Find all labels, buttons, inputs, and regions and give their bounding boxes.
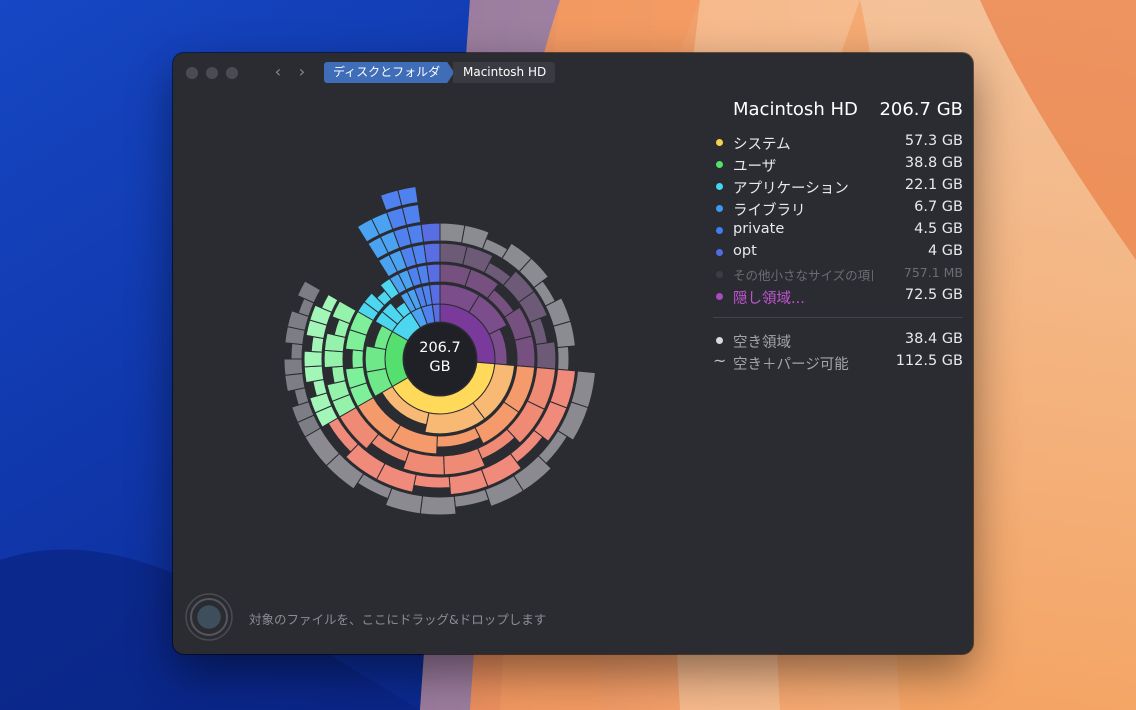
sunburst-segment-user[interactable] [303,350,323,368]
sunburst-segment-system[interactable] [384,487,424,515]
chevron-left-icon[interactable]: ‹ [269,62,287,82]
legend-label: 隠し領域... [733,291,805,307]
legend-item-library[interactable]: ライブラリ 6.7 GB [713,197,963,219]
sunburst-segment-user[interactable] [283,358,304,376]
legend-dot [716,139,723,146]
legend-label: ユーザ [733,159,777,175]
legend-item-other-small[interactable]: その他小さなサイズの項目 757.1 MB [713,263,963,285]
legend-dot [716,249,723,256]
legend-value: 112.5 GB [895,353,963,369]
sunburst-segment-user[interactable] [331,365,347,384]
legend-item-free-space[interactable]: 空き領域 38.4 GB [713,329,963,351]
sunburst-segment-hidden[interactable] [439,222,466,244]
zoom-window-button[interactable] [226,67,238,79]
sunburst-segment-hidden[interactable] [535,341,557,370]
legend-item-system[interactable]: システム 57.3 GB [713,131,963,153]
legend-item-free-purgeable[interactable]: ~ 空き＋パージ可能 112.5 GB [713,351,963,373]
legend-item-private[interactable]: private 4.5 GB [713,219,963,241]
breadcrumb-macintosh-hd[interactable]: Macintosh HD [453,62,556,83]
sunburst-segment-user[interactable] [312,378,328,397]
legend-value: 6.7 GB [914,199,963,215]
legend-label: opt [733,243,757,259]
sunburst-segment-user[interactable] [296,280,322,304]
disk-name: Macintosh HD [733,99,858,120]
sunburst-segment-user[interactable] [323,349,344,369]
sunburst-segment-system[interactable] [413,473,451,489]
legend-dot [716,227,723,234]
legend-value: 757.1 MB [903,265,963,280]
legend-label: アプリケーション [733,181,849,197]
legend-label: ライブラリ [733,203,806,219]
chevron-right-icon[interactable]: › [293,62,311,82]
legend-item-opt[interactable]: opt 4 GB [713,241,963,263]
sunburst-segment-user[interactable] [351,349,364,369]
legend-label: private [733,221,785,237]
center-total-value: 206.7 [419,340,461,356]
sunburst-segment-private[interactable] [397,185,419,207]
sunburst-segment-user[interactable] [284,372,306,393]
sunburst-segment-user[interactable] [310,336,325,353]
tilde-icon: ~ [713,351,727,370]
legend-value: 4.5 GB [914,221,963,237]
sunburst-segment-user[interactable] [303,365,325,384]
legend-label: その他小さなサイズの項目 [733,268,873,283]
free-space-dot-icon [716,337,723,344]
legend-dot [716,205,723,212]
legend-label: システム [733,137,791,153]
legend-label: 空き領域 [733,335,791,351]
sunburst-segment-opt[interactable] [420,222,441,243]
legend-dot [716,271,723,278]
center-total-unit: GB [429,359,451,375]
category-legend: システム 57.3 GB ユーザ 38.8 GB アプリケーション 22.1 G… [713,131,963,373]
disk-total-size: 206.7 GB [879,99,963,120]
app-window: ‹ › ディスクとフォルダ Macintosh HD 206.7 GB Maci… [173,53,973,654]
legend-item-user[interactable]: ユーザ 38.8 GB [713,153,963,175]
sunburst-segment-hidden[interactable] [556,345,570,371]
sunburst-segment-user[interactable] [293,387,310,406]
sunburst-segment-hidden[interactable] [552,320,576,349]
sunburst-segment-user[interactable] [290,342,304,360]
legend-value: 57.3 GB [904,133,963,149]
center-total-label: 206.7 GB [405,339,475,377]
sunburst-segment-system[interactable] [402,450,445,476]
sunburst-segment-user[interactable] [364,345,387,373]
legend-divider [713,317,963,318]
sunburst-segment-opt[interactable] [426,263,441,284]
sunburst-segment-opt[interactable] [423,242,441,264]
legend-value: 22.1 GB [904,177,963,193]
close-window-button[interactable] [186,67,198,79]
target-circle-icon[interactable] [185,593,233,641]
legend-item-hidden-space[interactable]: 隠し領域... 72.5 GB [713,285,963,307]
drop-hint-text: 対象のファイルを、ここにドラッグ&ドロップします [249,612,547,627]
legend-item-applications[interactable]: アプリケーション 22.1 GB [713,175,963,197]
legend-dot [716,161,723,168]
sunburst-segment-system[interactable] [419,495,457,516]
legend-value: 38.8 GB [904,155,963,171]
breadcrumb-disks-and-folders[interactable]: ディスクとフォルダ [324,62,454,83]
legend-label: 空き＋パージ可能 [733,357,849,373]
legend-value: 4 GB [927,243,963,259]
legend-value: 72.5 GB [904,287,963,303]
legend-dot [716,183,723,190]
sunburst-segment-hidden[interactable] [514,335,536,368]
minimize-window-button[interactable] [206,67,218,79]
legend-value: 38.4 GB [904,331,963,347]
legend-dot [716,293,723,300]
